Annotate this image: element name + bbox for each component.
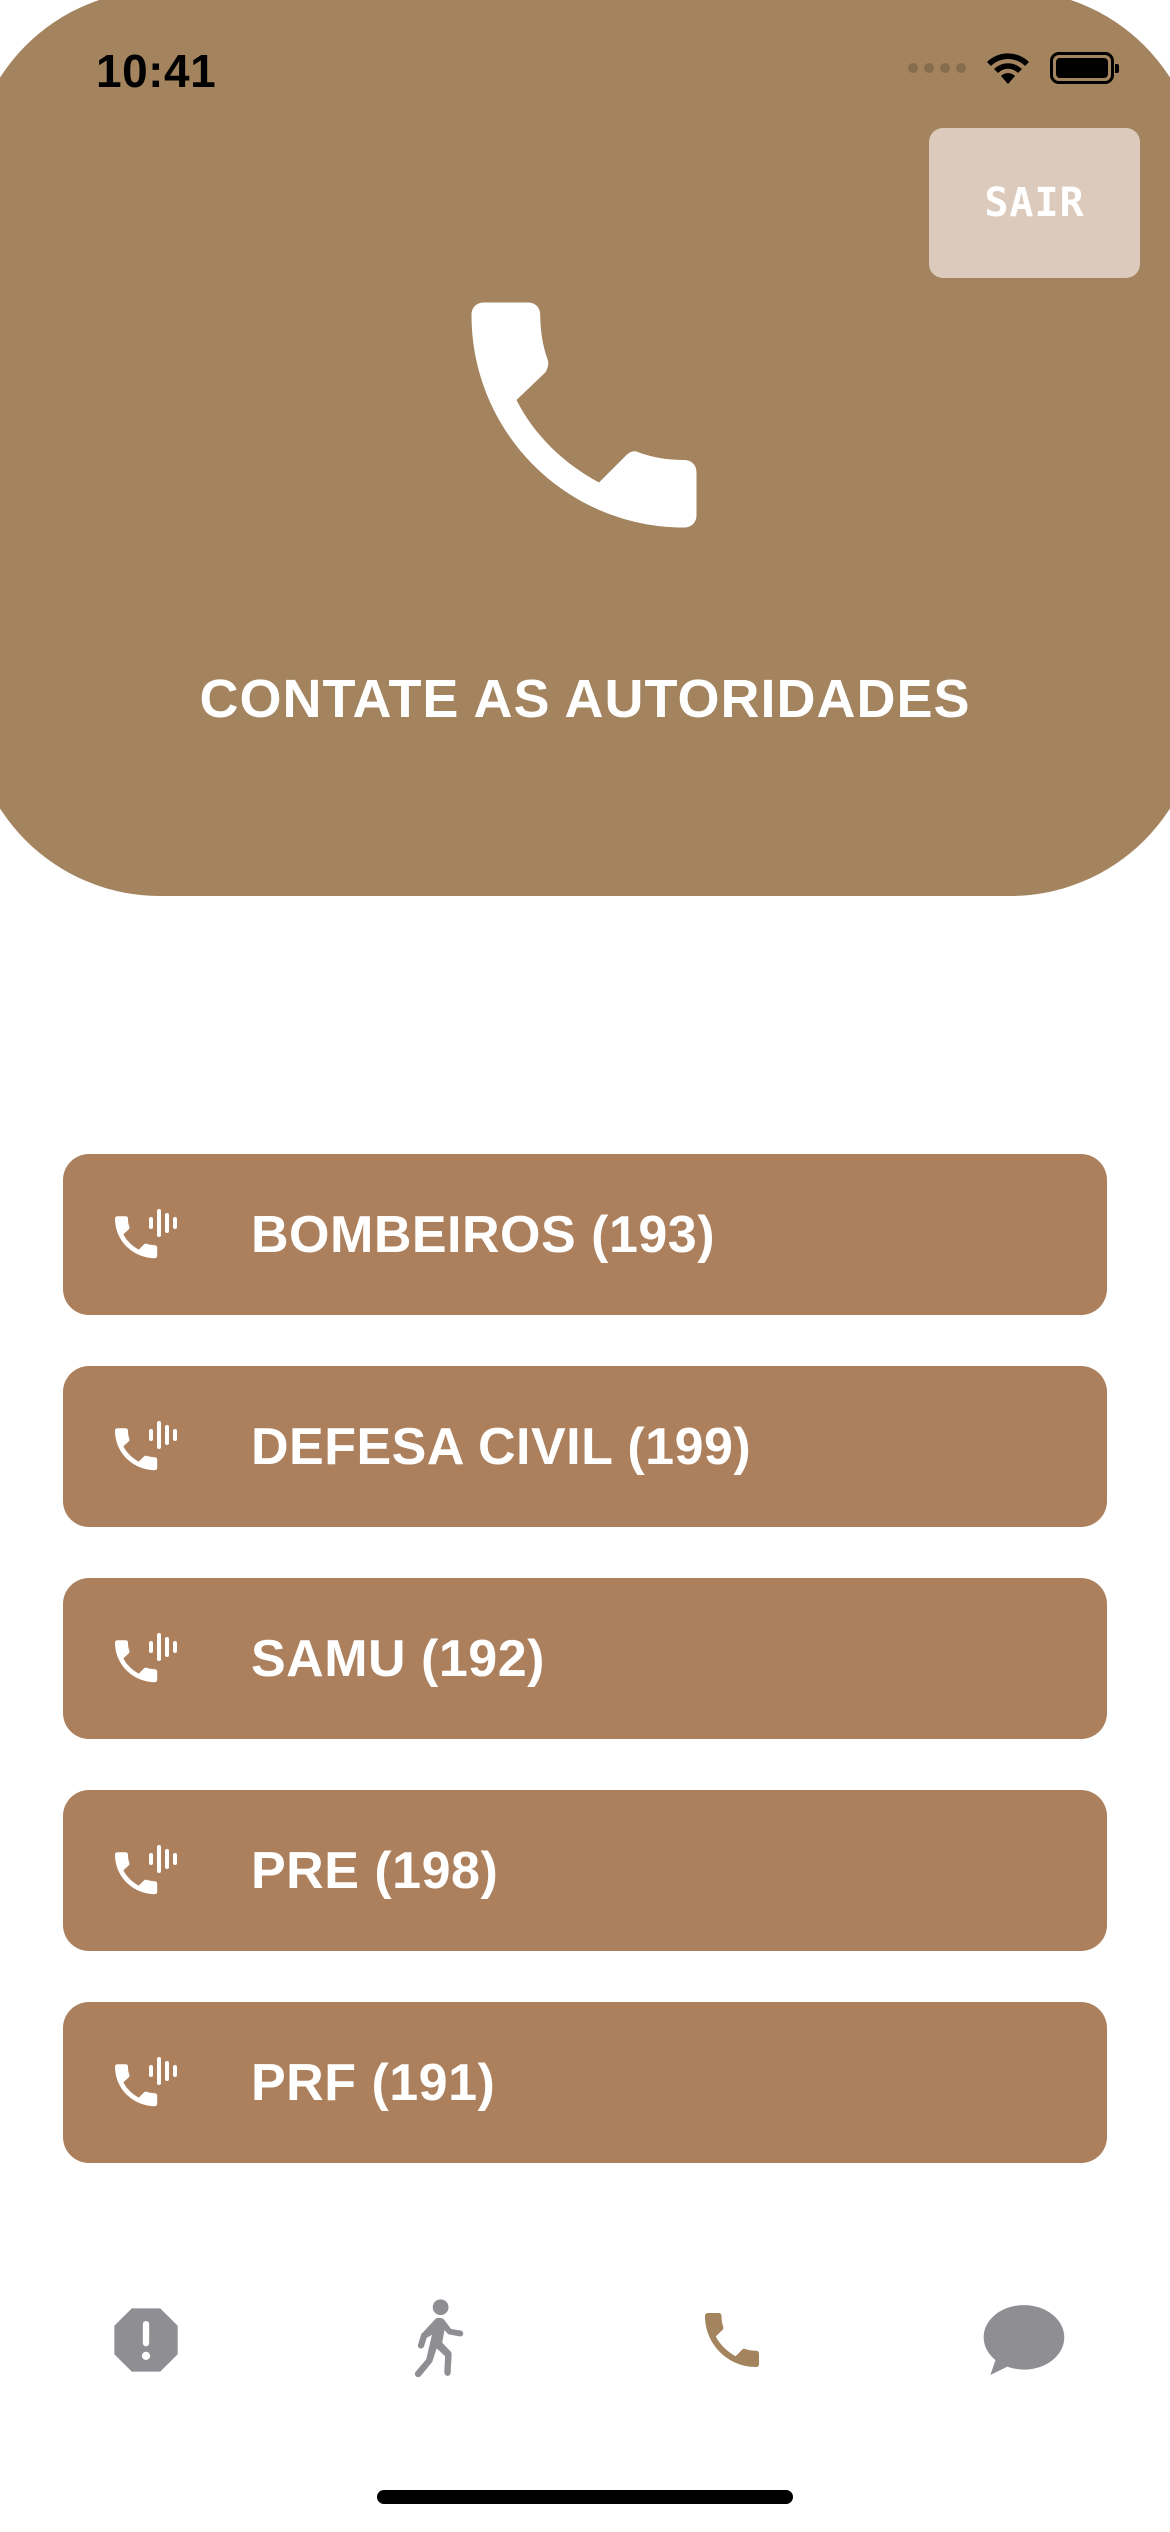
screen: 10:41 SAIR CONTATE AS AUTORIDADES BOMBEI… (0, 0, 1170, 2532)
contact-button-pre[interactable]: PRE (198) (63, 1790, 1107, 1951)
contact-button-prf[interactable]: PRF (191) (63, 2002, 1107, 2163)
contact-button-bombeiros[interactable]: BOMBEIROS (193) (63, 1154, 1107, 1315)
contact-label: SAMU (192) (251, 1629, 545, 1688)
status-icons (908, 50, 1119, 86)
tab-alerts[interactable] (96, 2290, 196, 2390)
tab-chat[interactable] (974, 2290, 1074, 2390)
phone-calling-icon (115, 1420, 177, 1470)
phone-calling-icon (115, 1208, 177, 1258)
contact-label: PRF (191) (251, 2053, 496, 2112)
alert-octagon-icon (114, 2308, 178, 2372)
tab-contacts[interactable] (682, 2290, 782, 2390)
phone-calling-icon (115, 1632, 177, 1682)
walking-person-icon (414, 2299, 464, 2378)
phone-icon (705, 2313, 759, 2367)
contact-button-samu[interactable]: SAMU (192) (63, 1578, 1107, 1739)
status-time: 10:41 (96, 45, 217, 97)
phone-calling-icon (115, 2056, 177, 2106)
logout-button[interactable]: SAIR (929, 128, 1140, 278)
phone-calling-icon (115, 1844, 177, 1894)
cellular-signal-icon (908, 63, 966, 73)
status-bar: 10:41 (0, 0, 1170, 140)
tab-bar (0, 2290, 1170, 2390)
contact-label: PRE (198) (251, 1841, 499, 1900)
battery-icon (1050, 52, 1119, 84)
tab-evacuation[interactable] (388, 2290, 488, 2390)
contact-button-defesa-civil[interactable]: DEFESA CIVIL (199) (63, 1366, 1107, 1527)
contact-list: BOMBEIROS (193) DEFESA CIVIL (199) SAMU … (63, 1154, 1107, 2214)
contact-label: DEFESA CIVIL (199) (251, 1417, 752, 1476)
phone-icon (471, 302, 697, 528)
contact-label: BOMBEIROS (193) (251, 1205, 716, 1264)
page-title: CONTATE AS AUTORIDADES (199, 669, 971, 729)
home-indicator (377, 2490, 793, 2504)
chat-bubble-icon (983, 2305, 1065, 2375)
wifi-icon (987, 53, 1029, 84)
